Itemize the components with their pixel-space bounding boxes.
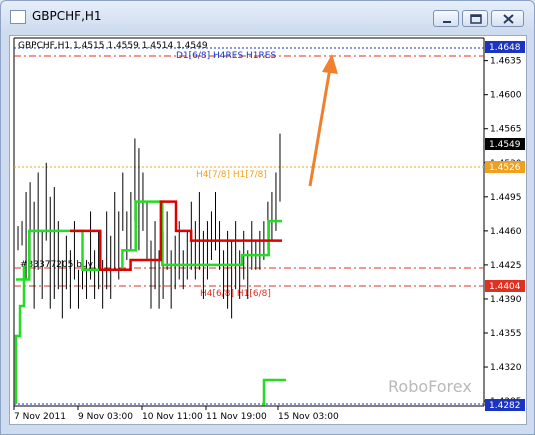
price-chart[interactable]: GBPCHF,H1 1.4515 1.4559 1.4514 1.4549 D1…	[9, 35, 527, 425]
broker-watermark: RoboForex	[388, 377, 472, 396]
chart-canvas[interactable]: GBPCHF,H1 1.4515 1.4559 1.4514 1.4549 D1…	[10, 36, 526, 424]
svg-text:1.4526: 1.4526	[489, 163, 521, 173]
y-tick-label: 1.4600	[490, 91, 522, 101]
x-tick-label: 15 Nov 03:00	[278, 412, 339, 422]
x-tick-label: 10 Nov 11:00	[142, 412, 203, 422]
minimize-icon	[443, 21, 451, 23]
maximize-icon	[470, 14, 482, 24]
svg-text:1.4648: 1.4648	[489, 43, 521, 53]
svg-text:1.4549: 1.4549	[489, 140, 521, 150]
x-tick-label: 9 Nov 03:00	[78, 412, 133, 422]
price-box-orange: 1.4526	[485, 161, 525, 173]
y-tick-label: 1.4355	[490, 329, 522, 339]
price-box-bottom: 1.4282	[485, 399, 525, 411]
y-tick-label: 1.4495	[490, 193, 522, 203]
price-box-top: 1.4648	[485, 41, 525, 53]
close-icon	[503, 14, 514, 24]
y-tick-label: 1.4565	[490, 125, 522, 135]
y-tick-label: 1.4425	[490, 261, 522, 271]
minimize-button[interactable]	[433, 10, 459, 27]
green-indicator-segment	[262, 378, 286, 406]
y-tick-label: 1.4460	[490, 227, 522, 237]
y-tick-label: 1.4320	[490, 363, 522, 373]
x-axis: 7 Nov 2011 9 Nov 03:00 10 Nov 11:00 11 Nov …	[13, 406, 339, 422]
x-tick-label: 11 Nov 19:00	[206, 412, 267, 422]
price-box-current: 1.4549	[485, 138, 525, 150]
y-axis: 1.46351.46001.45651.45301.44951.44601.44…	[484, 57, 522, 407]
h4-upper-level-label: H4[7/8] H1[7/8]	[196, 170, 267, 180]
red-indicator-line	[70, 200, 282, 272]
svg-text:1.4282: 1.4282	[489, 401, 521, 411]
svg-text:1.4404: 1.4404	[489, 282, 521, 292]
title-bar[interactable]: GBPCHF,H1	[1, 1, 534, 31]
window-title: GBPCHF,H1	[32, 9, 102, 23]
ticker-readout: GBPCHF,H1 1.4515 1.4559 1.4514 1.4549	[18, 41, 208, 51]
maximize-button[interactable]	[462, 10, 488, 27]
green-indicator-segment	[14, 266, 26, 404]
projection-arrow	[308, 54, 338, 187]
chart-window: GBPCHF,H1 GBPCHF,H1 1.4515 1.4559 1.4514…	[0, 0, 535, 435]
d1-level-label: D1[6/8] H4RES H1RES	[176, 51, 276, 61]
y-tick-label: 1.4390	[490, 295, 522, 305]
y-tick-label: 1.4635	[490, 57, 522, 67]
price-box-red: 1.4404	[485, 280, 525, 292]
h4-lower-level-label: H4[6/8] H1[6/8]	[200, 289, 271, 299]
close-button[interactable]	[491, 10, 524, 27]
x-tick-label: 7 Nov 2011	[14, 412, 66, 422]
chart-window-icon	[10, 10, 26, 24]
